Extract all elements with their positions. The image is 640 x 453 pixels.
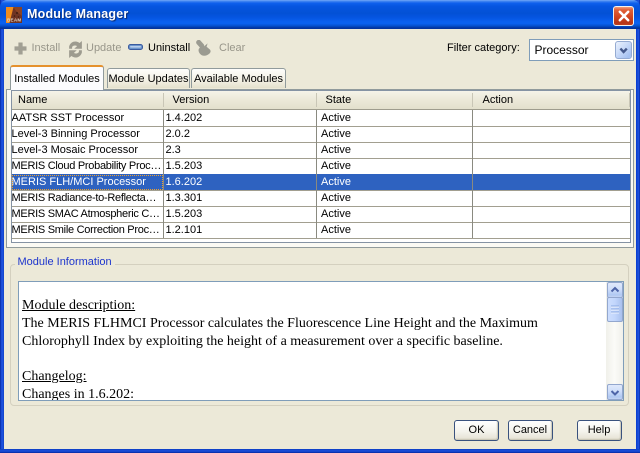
svg-text:BEAM: BEAM [7, 18, 21, 23]
